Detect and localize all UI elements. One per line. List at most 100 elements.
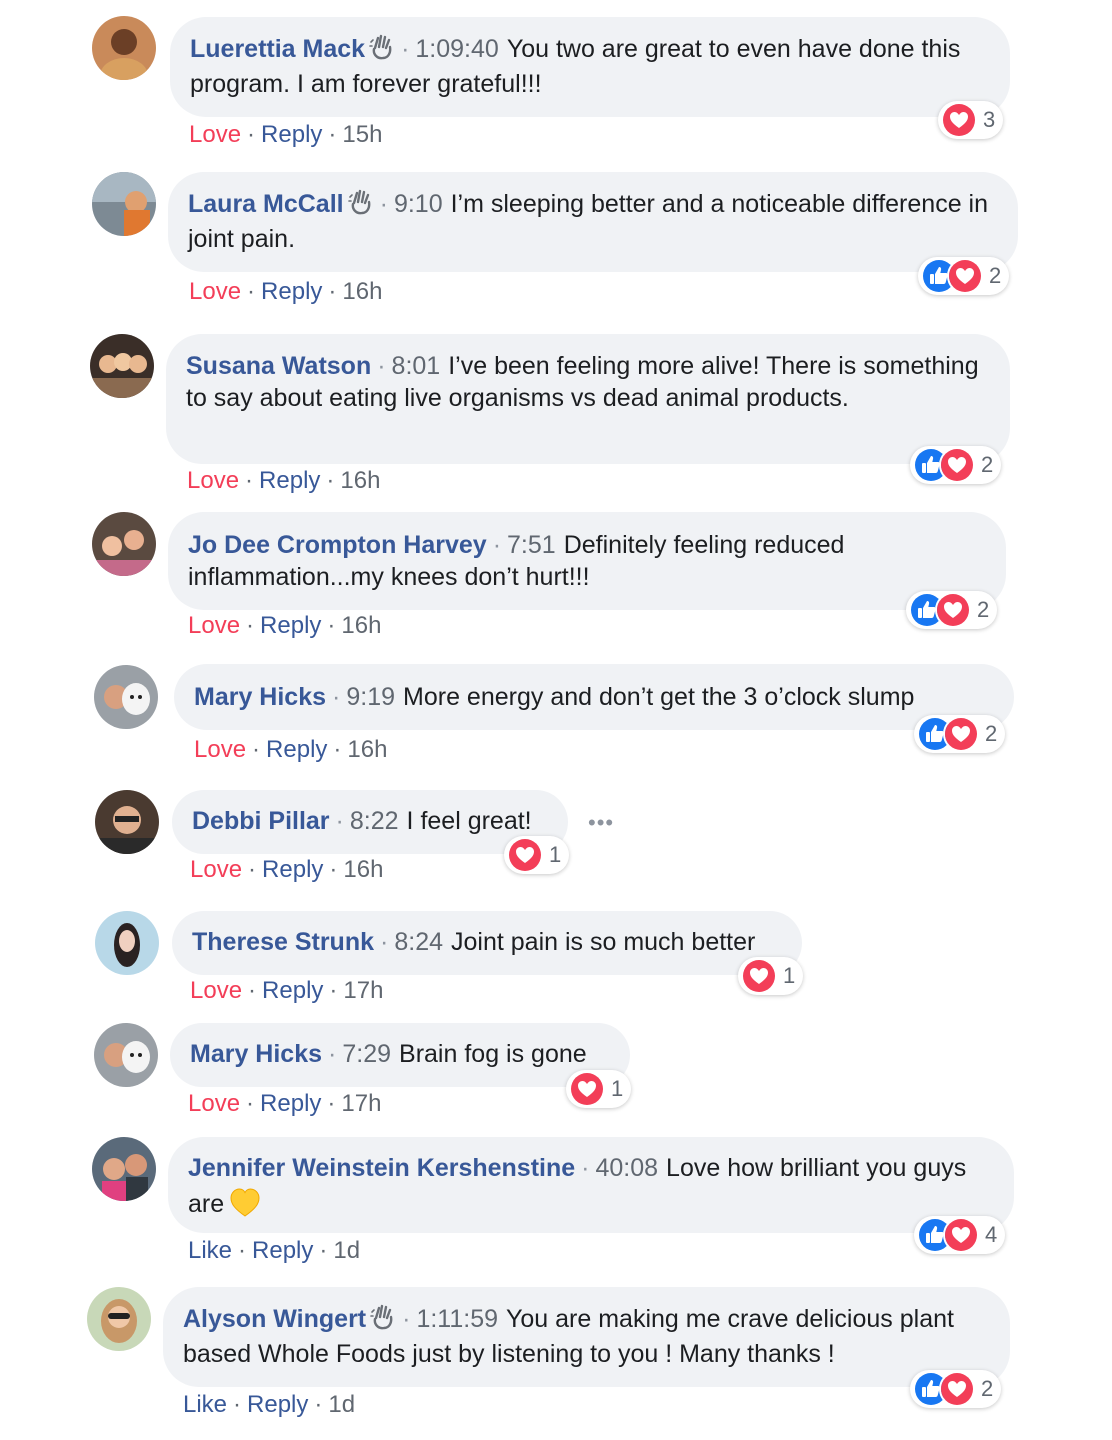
reaction-count: 1	[611, 1076, 624, 1101]
love-button[interactable]: Love	[189, 278, 241, 305]
author-name[interactable]: Alyson Wingert	[183, 1305, 366, 1333]
comment-actions: Love · Reply · 17h	[190, 977, 384, 1004]
love-button[interactable]: Love	[188, 1090, 240, 1117]
avatar[interactable]	[87, 1287, 151, 1351]
reaction-summary[interactable]: 2	[910, 446, 1002, 484]
comment-actions: Like · Reply · 1d	[188, 1237, 361, 1264]
comment-age[interactable]: 16h	[347, 736, 387, 763]
love-button[interactable]: Love	[188, 612, 240, 639]
more-options-button[interactable]: •••	[588, 810, 614, 836]
reply-button[interactable]: Reply	[259, 467, 320, 494]
reply-button[interactable]: Reply	[261, 121, 322, 148]
reply-button[interactable]: Reply	[252, 1237, 313, 1264]
comment-age[interactable]: 17h	[343, 977, 383, 1004]
love-button[interactable]: Love	[190, 977, 242, 1004]
reply-button[interactable]: Reply	[260, 1090, 321, 1117]
reply-button[interactable]: Reply	[262, 856, 323, 883]
comment-age[interactable]: 16h	[340, 467, 380, 494]
reply-button[interactable]: Reply	[261, 278, 322, 305]
avatar[interactable]	[90, 334, 154, 398]
reply-button[interactable]: Reply	[247, 1391, 308, 1418]
love-button[interactable]: Love	[190, 856, 242, 883]
comment-actions: Love · Reply · 15h	[189, 121, 383, 148]
like-button[interactable]: Like	[183, 1391, 227, 1418]
reaction-summary[interactable]: 2	[918, 257, 1010, 295]
comment-age[interactable]: 1d	[328, 1391, 355, 1418]
author-name[interactable]: Jo Dee Crompton Harvey	[188, 531, 487, 559]
reaction-count: 2	[985, 721, 998, 746]
reaction-summary[interactable]: 3	[938, 101, 1004, 139]
reaction-summary[interactable]: 1	[566, 1070, 632, 1108]
reaction-summary[interactable]: 4	[914, 1216, 1006, 1254]
author-name[interactable]: Mary Hicks	[190, 1040, 322, 1068]
avatar[interactable]	[94, 1023, 158, 1087]
reaction-summary[interactable]: 1	[504, 836, 570, 874]
comment-actions: Love · Reply · 17h	[188, 1090, 382, 1117]
like-button[interactable]: Like	[188, 1237, 232, 1264]
comment-age[interactable]: 16h	[342, 278, 382, 305]
timestamp-link[interactable]: 9:19	[346, 683, 395, 711]
avatar[interactable]	[92, 1137, 156, 1201]
love-button[interactable]: Love	[187, 467, 239, 494]
comment-bubble: Jo Dee Crompton Harvey · 7:51 Definitely fe…	[168, 512, 1006, 610]
timestamp-link[interactable]: 40:08	[595, 1154, 658, 1182]
love-button[interactable]: Love	[194, 736, 246, 763]
love-reaction-icon	[939, 1371, 975, 1407]
comment-bubble: Mary Hicks · 9:19 More energy and don’t get…	[174, 664, 1014, 730]
wave-icon	[369, 34, 395, 60]
reaction-summary[interactable]: 2	[910, 1370, 1002, 1408]
reaction-count: 3	[983, 107, 996, 132]
author-name[interactable]: Therese Strunk	[192, 928, 374, 956]
comment-bubble: Mary Hicks · 7:29 Brain fog is gone	[170, 1023, 630, 1087]
timestamp-link[interactable]: 8:24	[394, 928, 443, 956]
reaction-summary[interactable]: 2	[906, 591, 998, 629]
separator-dot: ·	[401, 35, 410, 63]
author-name[interactable]: Mary Hicks	[194, 683, 326, 711]
timestamp-link[interactable]: 7:51	[507, 531, 556, 559]
avatar[interactable]	[95, 790, 159, 854]
comment-text: Joint pain is so much better	[451, 928, 756, 956]
yellow-heart-icon	[228, 1185, 262, 1219]
timestamp-link[interactable]: 9:10	[394, 190, 443, 218]
timestamp-link[interactable]: 8:01	[392, 352, 441, 380]
author-name[interactable]: Luerettia Mack	[190, 35, 365, 63]
reaction-count: 2	[981, 1376, 994, 1401]
separator-dot: ·	[377, 352, 386, 380]
author-name[interactable]: Susana Watson	[186, 352, 371, 380]
comment-age[interactable]: 17h	[341, 1090, 381, 1117]
avatar[interactable]	[92, 16, 156, 80]
author-name[interactable]: Debbi Pillar	[192, 807, 330, 835]
comment-age[interactable]: 15h	[342, 121, 382, 148]
love-button[interactable]: Love	[189, 121, 241, 148]
comment-text: I feel great!	[406, 807, 532, 835]
love-reaction-icon	[943, 716, 979, 752]
comment-actions: Love · Reply · 16h	[190, 856, 384, 883]
timestamp-link[interactable]: 1:09:40	[415, 35, 498, 63]
wave-icon	[348, 189, 374, 215]
reply-button[interactable]: Reply	[262, 977, 323, 1004]
timestamp-link[interactable]: 8:22	[350, 807, 399, 835]
timestamp-link[interactable]: 1:11:59	[416, 1305, 498, 1333]
comment-age[interactable]: 1d	[333, 1237, 360, 1264]
avatar[interactable]	[94, 665, 158, 729]
avatar[interactable]	[92, 512, 156, 576]
separator-dot: ·	[402, 1305, 411, 1333]
author-name[interactable]: Jennifer Weinstein Kershenstine	[188, 1154, 575, 1182]
comment-actions: Love · Reply · 16h	[188, 612, 382, 639]
love-reaction-icon	[507, 837, 543, 873]
avatar[interactable]	[95, 911, 159, 975]
comment-age[interactable]: 16h	[343, 856, 383, 883]
comment-age[interactable]: 16h	[341, 612, 381, 639]
comment-bubble: Jennifer Weinstein Kershenstine · 40:08 Lov…	[168, 1137, 1014, 1233]
love-reaction-icon	[741, 958, 777, 994]
reply-button[interactable]: Reply	[266, 736, 327, 763]
author-name[interactable]: Laura McCall	[188, 190, 344, 218]
timestamp-link[interactable]: 7:29	[342, 1040, 391, 1068]
reaction-count: 4	[985, 1222, 998, 1247]
comment-bubble: Susana Watson · 8:01 I’ve been feeling more…	[166, 334, 1010, 464]
avatar[interactable]	[92, 172, 156, 236]
reaction-summary[interactable]: 1	[738, 957, 804, 995]
love-reaction-icon	[943, 1217, 979, 1253]
reaction-summary[interactable]: 2	[914, 715, 1006, 753]
reply-button[interactable]: Reply	[260, 612, 321, 639]
